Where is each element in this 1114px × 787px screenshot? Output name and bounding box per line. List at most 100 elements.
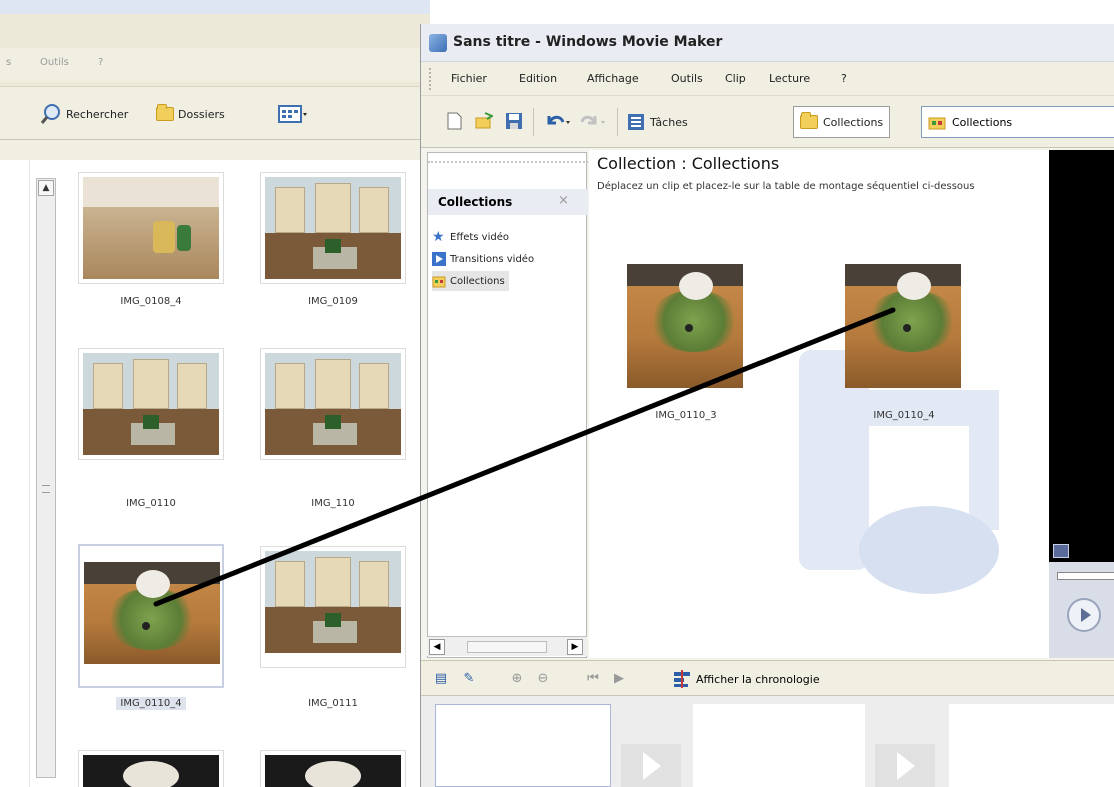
tree-item-label: Transitions vidéo xyxy=(450,253,535,265)
collections-button[interactable]: Collections xyxy=(793,106,891,138)
thumbnail-partial[interactable] xyxy=(260,750,406,787)
zoom-out-icon[interactable]: ⊖ xyxy=(535,671,551,687)
new-project-icon[interactable] xyxy=(445,112,463,130)
menu-item-lecture[interactable]: Lecture xyxy=(769,72,810,85)
zoom-in-icon[interactable]: ⊕ xyxy=(509,671,525,687)
close-pane-icon[interactable]: × xyxy=(558,193,569,208)
thumbnail-img-110[interactable] xyxy=(260,348,406,460)
thumbnail-img-0110[interactable] xyxy=(78,348,224,460)
tree-item-transitions-video[interactable]: Transitions vidéo xyxy=(432,249,538,269)
collections-pane: Collections × ★ Effets vidéo Transitions… xyxy=(427,152,588,658)
tree-item-collections[interactable]: Collections xyxy=(432,271,509,291)
menu-item-fichier[interactable]: Fichier xyxy=(451,72,487,85)
explorer-menu-tools[interactable]: Outils xyxy=(40,57,69,68)
explorer-top-strip xyxy=(0,0,430,14)
explorer-menubar: s Outils ? xyxy=(0,48,430,82)
explorer-scrollbar[interactable]: ▲ xyxy=(36,178,56,778)
explorer-file-pane: ▲ IMG_0108_4 IMG_0109 IMG_0110 IMG_110 I… xyxy=(0,160,430,787)
menu-item-outils[interactable]: Outils xyxy=(671,72,703,85)
open-project-icon[interactable] xyxy=(475,112,493,130)
storyboard-slot[interactable] xyxy=(435,704,611,787)
storyboard-transition-slot[interactable] xyxy=(621,744,681,787)
thumbnail-caption: IMG_110 xyxy=(311,498,355,509)
menu-bar: Fichier Edition Affichage Outils Clip Le… xyxy=(421,62,1114,96)
menu-item-clip[interactable]: Clip xyxy=(725,72,746,85)
scroll-up-arrow-icon[interactable]: ▲ xyxy=(38,180,54,196)
explorer-menu-partial[interactable]: s xyxy=(6,57,11,68)
storyboard-transition-slot[interactable] xyxy=(875,744,935,787)
scroll-left-arrow-icon[interactable]: ◀ xyxy=(429,639,445,655)
folder-icon xyxy=(156,104,174,121)
thumbnail-caption: IMG_0110 xyxy=(126,498,176,509)
explorer-menu-help[interactable]: ? xyxy=(98,57,103,68)
tasks-label: Tâches xyxy=(650,115,688,129)
explorer-toolbar: Rechercher Dossiers xyxy=(0,86,430,140)
show-timeline-button[interactable]: Afficher la chronologie xyxy=(673,670,820,688)
thumbnail-caption: IMG_0108_4 xyxy=(120,296,182,307)
clip-photo xyxy=(627,264,743,388)
collection-dropdown-value: Collections xyxy=(952,115,1013,129)
menu-item-edition[interactable]: Edition xyxy=(519,72,557,85)
preview-seek-bar[interactable] xyxy=(1057,572,1114,580)
toolbar-separator xyxy=(617,108,618,136)
menubar-grip xyxy=(429,68,432,90)
folders-label: Dossiers xyxy=(178,107,225,121)
views-icon xyxy=(278,105,307,123)
scroll-thumb-grip[interactable] xyxy=(42,485,50,493)
storyboard-view-icon[interactable]: ▤ xyxy=(433,671,449,687)
thumbnail-img-0110-4[interactable] xyxy=(78,544,224,688)
tasks-icon xyxy=(628,114,644,130)
collection-folder-icon xyxy=(928,117,946,130)
redo-icon[interactable] xyxy=(581,112,607,130)
thumbnail-img-0108-4[interactable] xyxy=(78,172,224,284)
collections-pane-hscroll[interactable]: ◀ ▶ xyxy=(427,636,587,656)
search-button[interactable]: Rechercher xyxy=(40,101,128,127)
thumbnail-partial[interactable] xyxy=(78,750,224,787)
clip-img-0110-4[interactable] xyxy=(845,264,961,388)
thumbnail-caption-selected: IMG_0110_4 xyxy=(78,697,224,710)
hscroll-thumb[interactable] xyxy=(467,641,547,653)
thumbnail-img-0109[interactable] xyxy=(260,172,406,284)
preview-play-icon[interactable] xyxy=(1067,598,1101,632)
collections-pane-title: Collections xyxy=(438,195,513,209)
show-timeline-label: Afficher la chronologie xyxy=(696,672,820,686)
photo-dark-scene xyxy=(265,755,401,787)
music-note-watermark-icon xyxy=(799,350,999,594)
play-storyboard-icon[interactable]: ▶ xyxy=(611,671,627,687)
tasks-button[interactable]: Tâches xyxy=(621,106,694,138)
photo-house-scene xyxy=(265,551,401,653)
photo-dark-scene xyxy=(83,755,219,787)
clip-caption: IMG_0110_3 xyxy=(655,410,717,421)
rewind-storyboard-icon[interactable]: ⏮ xyxy=(585,671,601,687)
pane-grip xyxy=(428,153,588,163)
explorer-side-strip xyxy=(0,160,30,787)
collection-dropdown[interactable]: Collections xyxy=(921,106,1114,138)
preview-monitor xyxy=(1049,150,1114,658)
undo-icon[interactable] xyxy=(545,112,571,130)
collection-description: Déplacez un clip et placez-le sur la tab… xyxy=(597,181,975,192)
thumbnail-img-0111[interactable] xyxy=(260,546,406,668)
menu-item-help[interactable]: ? xyxy=(841,72,847,85)
views-button[interactable] xyxy=(278,101,308,127)
storyboard xyxy=(421,696,1114,787)
collection-content-pane: Collection : Collections Déplacez un cli… xyxy=(589,150,1049,658)
photo-toy-scene xyxy=(83,177,219,279)
storyboard-slot[interactable] xyxy=(693,704,865,787)
transition-icon xyxy=(432,252,446,266)
search-icon xyxy=(40,104,60,124)
photo-toy-bush xyxy=(84,562,220,664)
tree-item-effets-video[interactable]: ★ Effets vidéo xyxy=(432,227,513,247)
storyboard-toolbar: ▤ ✎ ⊕ ⊖ ⏮ ▶ Afficher la chronologie xyxy=(421,660,1114,696)
photo-house-scene xyxy=(265,353,401,455)
preview-fullscreen-icon[interactable] xyxy=(1053,544,1069,558)
timeline-icon xyxy=(674,670,690,688)
scroll-right-arrow-icon[interactable]: ▶ xyxy=(567,639,583,655)
menu-item-affichage[interactable]: Affichage xyxy=(587,72,639,85)
storyboard-slot[interactable] xyxy=(949,704,1114,787)
clip-img-0110-3[interactable] xyxy=(627,264,743,388)
audio-levels-icon[interactable]: ✎ xyxy=(461,671,477,687)
save-project-icon[interactable] xyxy=(505,112,523,130)
title-bar[interactable]: Sans titre - Windows Movie Maker xyxy=(421,24,1114,62)
folders-button[interactable]: Dossiers xyxy=(156,101,225,127)
collections-icon xyxy=(432,276,446,288)
